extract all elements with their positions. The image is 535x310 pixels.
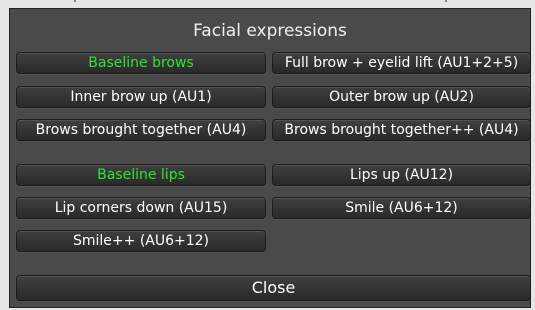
full-brow-eyelid-lift-button[interactable]: Full brow + eyelid lift (AU1+2+5) <box>272 52 531 74</box>
inner-brow-up-button[interactable]: Inner brow up (AU1) <box>16 86 266 108</box>
baseline-brows-button[interactable]: Baseline brows <box>16 52 266 74</box>
frame-notch-left <box>74 0 76 2</box>
outer-brow-up-button[interactable]: Outer brow up (AU2) <box>272 86 531 108</box>
smile-plus-button[interactable]: Smile++ (AU6+12) <box>16 230 266 252</box>
panel-title: Facial expressions <box>193 21 347 41</box>
baseline-lips-button[interactable]: Baseline lips <box>16 164 266 186</box>
frame-notch-right <box>445 0 447 2</box>
facial-expressions-panel: Facial expressions Baseline brows Full b… <box>9 8 531 308</box>
lips-up-button[interactable]: Lips up (AU12) <box>272 164 531 186</box>
brows-together-plus-button[interactable]: Brows brought together++ (AU4) <box>272 119 531 141</box>
lip-corners-down-button[interactable]: Lip corners down (AU15) <box>16 197 266 219</box>
smile-button[interactable]: Smile (AU6+12) <box>272 197 531 219</box>
close-button[interactable]: Close <box>16 275 531 301</box>
brows-together-button[interactable]: Brows brought together (AU4) <box>16 119 266 141</box>
